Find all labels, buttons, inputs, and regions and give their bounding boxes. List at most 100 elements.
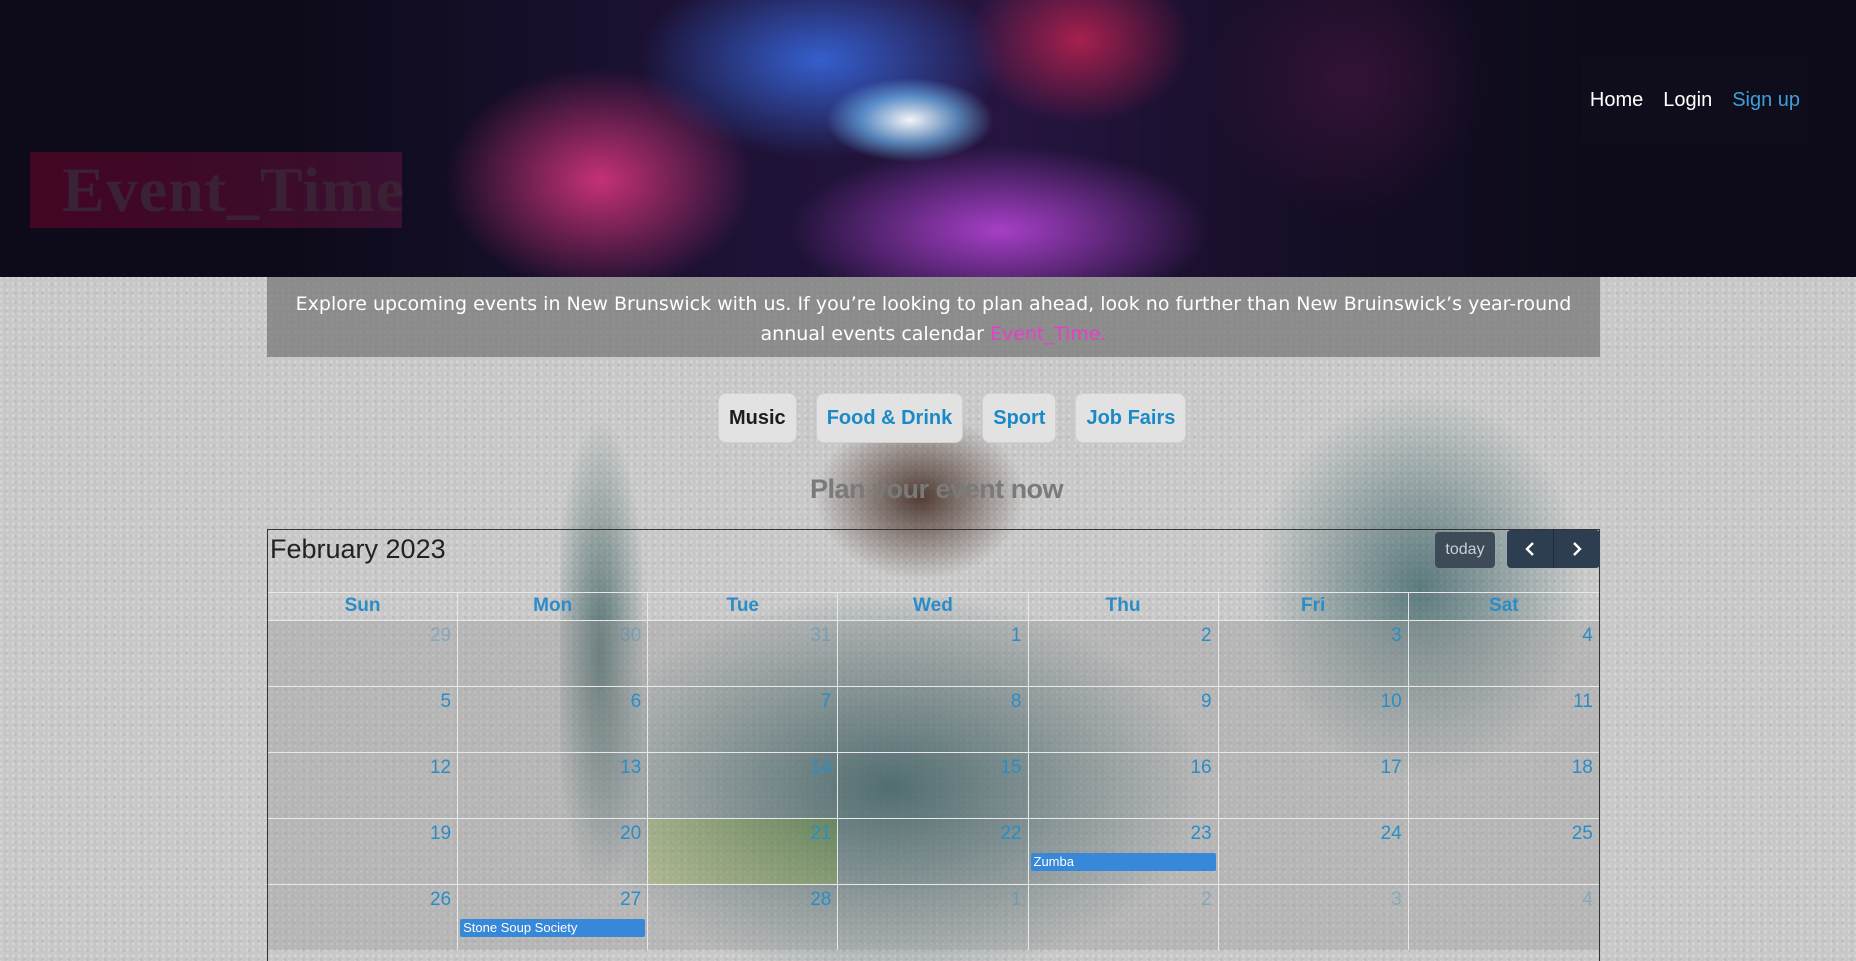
day-number[interactable]: 25	[1572, 823, 1593, 845]
category-job-fairs-button[interactable]: Job Fairs	[1075, 393, 1187, 443]
day-number[interactable]: 11	[1573, 691, 1593, 713]
calendar-week: 26 27 Stone Soup Society 28 1 2 3 4	[268, 884, 1599, 950]
day-number[interactable]: 9	[1201, 691, 1212, 713]
nav-login-link[interactable]: Login	[1663, 89, 1712, 112]
day-number[interactable]: 2	[1201, 889, 1212, 911]
day-number[interactable]: 29	[430, 625, 451, 647]
calendar-day-cell[interactable]: 13	[458, 753, 649, 818]
nav-home-link[interactable]: Home	[1590, 89, 1643, 112]
day-number[interactable]: 1	[1011, 625, 1022, 647]
calendar-day-cell[interactable]: 21	[648, 819, 839, 884]
hero-image	[300, 0, 1582, 277]
calendar-day-cell[interactable]: 20	[458, 819, 649, 884]
day-number[interactable]: 23	[1190, 823, 1211, 845]
day-number[interactable]: 14	[810, 757, 831, 779]
day-number[interactable]: 24	[1381, 823, 1402, 845]
day-number[interactable]: 12	[430, 757, 451, 779]
calendar-title: February 2023	[270, 534, 446, 564]
calendar-day-cell[interactable]: 11	[1408, 687, 1599, 752]
calendar-day-cell[interactable]: 29	[268, 621, 459, 686]
day-number[interactable]: 4	[1582, 625, 1593, 647]
day-number[interactable]: 30	[620, 625, 641, 647]
day-number[interactable]: 6	[631, 691, 642, 713]
calendar-day-cell[interactable]: 3	[1218, 885, 1409, 950]
category-music-button[interactable]: Music	[718, 393, 797, 443]
day-number[interactable]: 20	[620, 823, 641, 845]
calendar-week: 29 30 31 1 2 3 4	[268, 620, 1599, 686]
calendar-day-cell[interactable]: 23 Zumba	[1028, 819, 1219, 884]
calendar-day-cell[interactable]: 22	[838, 819, 1029, 884]
calendar-day-cell[interactable]: 24	[1218, 819, 1409, 884]
calendar-day-cell[interactable]: 8	[838, 687, 1029, 752]
day-number[interactable]: 15	[1000, 757, 1021, 779]
calendar-day-cell[interactable]: 27 Stone Soup Society	[458, 885, 649, 950]
calendar-day-cell[interactable]: 28	[648, 885, 839, 950]
calendar-week: 12 13 14 15 16 17 18	[268, 752, 1599, 818]
main-nav: Home Login Sign up	[1582, 57, 1808, 143]
calendar-day-cell[interactable]: 18	[1408, 753, 1599, 818]
category-sport-button[interactable]: Sport	[982, 393, 1057, 443]
calendar-day-cell[interactable]: 9	[1028, 687, 1219, 752]
calendar-day-cell[interactable]: 7	[648, 687, 839, 752]
calendar-day-cell[interactable]: 30	[458, 621, 649, 686]
day-number[interactable]: 19	[430, 823, 451, 845]
calendar-day-cell[interactable]: 31	[648, 621, 839, 686]
today-button[interactable]: today	[1435, 532, 1495, 568]
calendar-day-cell[interactable]: 3	[1218, 621, 1409, 686]
calendar-day-cell[interactable]: 25	[1408, 819, 1599, 884]
day-number[interactable]: 22	[1000, 823, 1021, 845]
day-number[interactable]: 21	[810, 823, 831, 845]
day-number[interactable]: 7	[821, 691, 832, 713]
chevron-right-icon	[1573, 542, 1582, 556]
day-number[interactable]: 8	[1011, 691, 1022, 713]
calendar-day-cell[interactable]: 17	[1218, 753, 1409, 818]
weekday-fri: Fri	[1219, 593, 1409, 620]
day-number[interactable]: 5	[441, 691, 452, 713]
calendar-grid: Sun Mon Tue Wed Thu Fri Sat 29 30 31 1 2 3 4 5 6 7 8 9 10 1…	[268, 592, 1599, 950]
day-number[interactable]: 16	[1190, 757, 1211, 779]
calendar-event[interactable]: Zumba	[1030, 853, 1216, 871]
day-number[interactable]: 28	[810, 889, 831, 911]
weekday-tue: Tue	[648, 593, 839, 620]
calendar-day-cell[interactable]: 10	[1218, 687, 1409, 752]
category-filter: Music Food & Drink Sport Job Fairs	[718, 393, 1187, 443]
day-number[interactable]: 31	[810, 625, 831, 647]
weekday-sat: Sat	[1489, 595, 1519, 616]
calendar-day-cell[interactable]: 1	[838, 621, 1029, 686]
category-food-drink-button[interactable]: Food & Drink	[815, 393, 964, 443]
intro-brand-link[interactable]: Event_Time.	[990, 323, 1106, 345]
day-number[interactable]: 4	[1582, 889, 1593, 911]
calendar-day-cell[interactable]: 5	[268, 687, 459, 752]
day-number[interactable]: 3	[1391, 625, 1402, 647]
day-number[interactable]: 2	[1201, 625, 1212, 647]
calendar-day-cell[interactable]: 14	[648, 753, 839, 818]
day-number[interactable]: 3	[1391, 889, 1402, 911]
day-number[interactable]: 17	[1381, 757, 1402, 779]
calendar-day-cell[interactable]: 1	[838, 885, 1029, 950]
day-number[interactable]: 1	[1011, 889, 1022, 911]
next-month-button[interactable]	[1553, 530, 1600, 568]
calendar-day-cell[interactable]: 4	[1408, 621, 1599, 686]
day-number[interactable]: 13	[620, 757, 641, 779]
calendar-nav-buttons	[1507, 530, 1600, 568]
calendar-day-cell[interactable]: 6	[458, 687, 649, 752]
calendar-day-cell[interactable]: 2	[1028, 621, 1219, 686]
day-number[interactable]: 27	[620, 889, 641, 911]
calendar-day-cell[interactable]: 15	[838, 753, 1029, 818]
day-number[interactable]: 26	[430, 889, 451, 911]
day-number[interactable]: 10	[1381, 691, 1402, 713]
calendar-day-cell[interactable]: 26	[268, 885, 459, 950]
intro-body: Explore upcoming events in New Brunswick…	[295, 293, 1572, 345]
site-logo[interactable]: Event_Time	[62, 153, 405, 227]
nav-signup-link[interactable]: Sign up	[1732, 89, 1800, 112]
calendar-day-cell[interactable]: 19	[268, 819, 459, 884]
calendar-day-cell[interactable]: 12	[268, 753, 459, 818]
plan-heading: Plan your event now	[810, 474, 1064, 504]
calendar-day-cell[interactable]: 4	[1408, 885, 1599, 950]
calendar-event[interactable]: Stone Soup Society	[460, 919, 646, 937]
calendar-day-cell[interactable]: 2	[1028, 885, 1219, 950]
calendar-day-cell[interactable]: 16	[1028, 753, 1219, 818]
prev-month-button[interactable]	[1507, 530, 1553, 568]
day-number[interactable]: 18	[1572, 757, 1593, 779]
calendar-week: 19 20 21 22 23 Zumba 24 25	[268, 818, 1599, 884]
